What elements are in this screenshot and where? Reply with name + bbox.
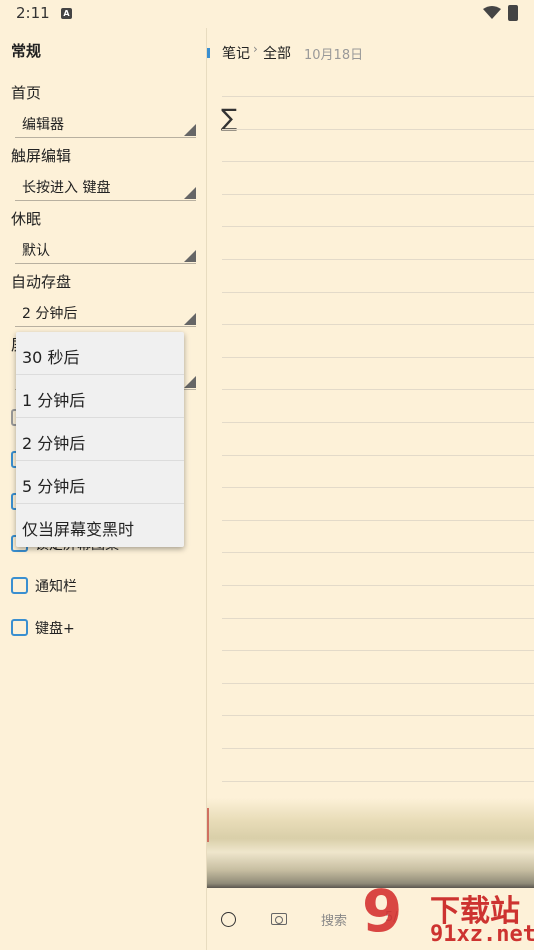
- autosave-dropdown-menu: 30 秒后 1 分钟后 2 分钟后 5 分钟后 仅当屏幕变黑时: [16, 332, 184, 547]
- watermark-number: 9: [362, 877, 403, 945]
- section-title: 常规: [11, 42, 42, 60]
- ruled-line: [222, 585, 534, 586]
- camera-icon[interactable]: [271, 913, 287, 925]
- sleep-spinner[interactable]: 默认: [15, 236, 196, 264]
- battery-icon: [508, 5, 518, 21]
- ruled-line: [222, 650, 534, 652]
- option-label: 5 分钟后: [22, 477, 86, 496]
- ruled-line: [222, 552, 534, 554]
- checkbox[interactable]: [11, 619, 28, 636]
- touch-edit-value: 长按进入 键盘: [22, 180, 111, 196]
- ruled-line: [222, 128, 534, 130]
- ruled-line: [222, 291, 534, 293]
- circle-icon[interactable]: [221, 912, 236, 927]
- dropdown-arrow-icon: [184, 124, 196, 136]
- ruled-line: [222, 682, 534, 684]
- ruled-line: [222, 454, 534, 456]
- ruled-line: [222, 519, 534, 521]
- sleep-label: 休眠: [11, 210, 42, 228]
- touch-edit-spinner[interactable]: 长按进入 键盘: [15, 173, 196, 201]
- breadcrumb-all[interactable]: 全部: [263, 43, 291, 63]
- notification-bar-label: 通知栏: [35, 579, 77, 595]
- notification-icon: A: [61, 8, 72, 19]
- margin-line: [207, 808, 209, 842]
- dropdown-option[interactable]: 1 分钟后: [16, 375, 184, 418]
- dropdown-option[interactable]: 仅当屏幕变黑时: [16, 504, 184, 547]
- ruled-line: [222, 324, 534, 326]
- checkbox[interactable]: [11, 577, 28, 594]
- dropdown-option[interactable]: 30 秒后: [16, 332, 184, 375]
- ruled-line: [222, 193, 534, 195]
- blurred-background: [207, 798, 534, 888]
- search-button[interactable]: 搜索: [321, 910, 347, 929]
- note-date: 10月18日: [304, 48, 364, 63]
- ruled-line: [222, 259, 534, 260]
- note-panel: 笔记 › 全部 10月18日 ∑ 搜索 5/: [207, 28, 534, 950]
- breadcrumb-separator-icon: ›: [253, 42, 258, 56]
- selection-marker: [207, 48, 210, 58]
- home-label: 首页: [11, 84, 42, 102]
- option-label: 30 秒后: [22, 348, 80, 367]
- autosave-value: 2 分钟后: [22, 306, 78, 322]
- option-label: 仅当屏幕变黑时: [22, 520, 135, 539]
- status-time: 2:11: [16, 4, 50, 22]
- ruled-line: [222, 389, 534, 391]
- option-label: 2 分钟后: [22, 434, 86, 453]
- wifi-icon: [483, 6, 501, 19]
- ruled-line: [222, 96, 534, 97]
- ruled-line: [222, 161, 534, 163]
- note-header: 笔记 › 全部 10月18日: [207, 28, 534, 78]
- ruled-line: [222, 617, 534, 619]
- ruled-line: [222, 422, 534, 423]
- dropdown-arrow-icon: [184, 313, 196, 325]
- ruled-line: [222, 356, 534, 358]
- breadcrumb-notes[interactable]: 笔记: [222, 43, 250, 63]
- status-bar: 2:11 A: [0, 0, 534, 28]
- dropdown-option[interactable]: 5 分钟后: [16, 461, 184, 504]
- touch-edit-label: 触屏编辑: [11, 147, 72, 165]
- dropdown-arrow-icon: [184, 376, 196, 388]
- home-value: 编辑器: [22, 117, 64, 133]
- keyboard-plus-label: 键盘+: [35, 621, 75, 637]
- ruled-line: [222, 715, 534, 717]
- dropdown-option[interactable]: 2 分钟后: [16, 418, 184, 461]
- option-label: 1 分钟后: [22, 391, 86, 410]
- ruled-line: [222, 487, 534, 489]
- ruled-line: [222, 226, 534, 228]
- sleep-value: 默认: [22, 243, 50, 259]
- ruled-line: [222, 780, 534, 782]
- home-spinner[interactable]: 编辑器: [15, 110, 196, 138]
- dropdown-arrow-icon: [184, 250, 196, 262]
- ruled-line: [222, 748, 534, 749]
- dropdown-arrow-icon: [184, 187, 196, 199]
- autosave-spinner[interactable]: 2 分钟后: [15, 299, 196, 327]
- watermark-en: 91xz.net: [430, 922, 534, 947]
- autosave-label: 自动存盘: [11, 273, 72, 291]
- watermark-logo: 9 下载站 91xz.net: [362, 882, 534, 950]
